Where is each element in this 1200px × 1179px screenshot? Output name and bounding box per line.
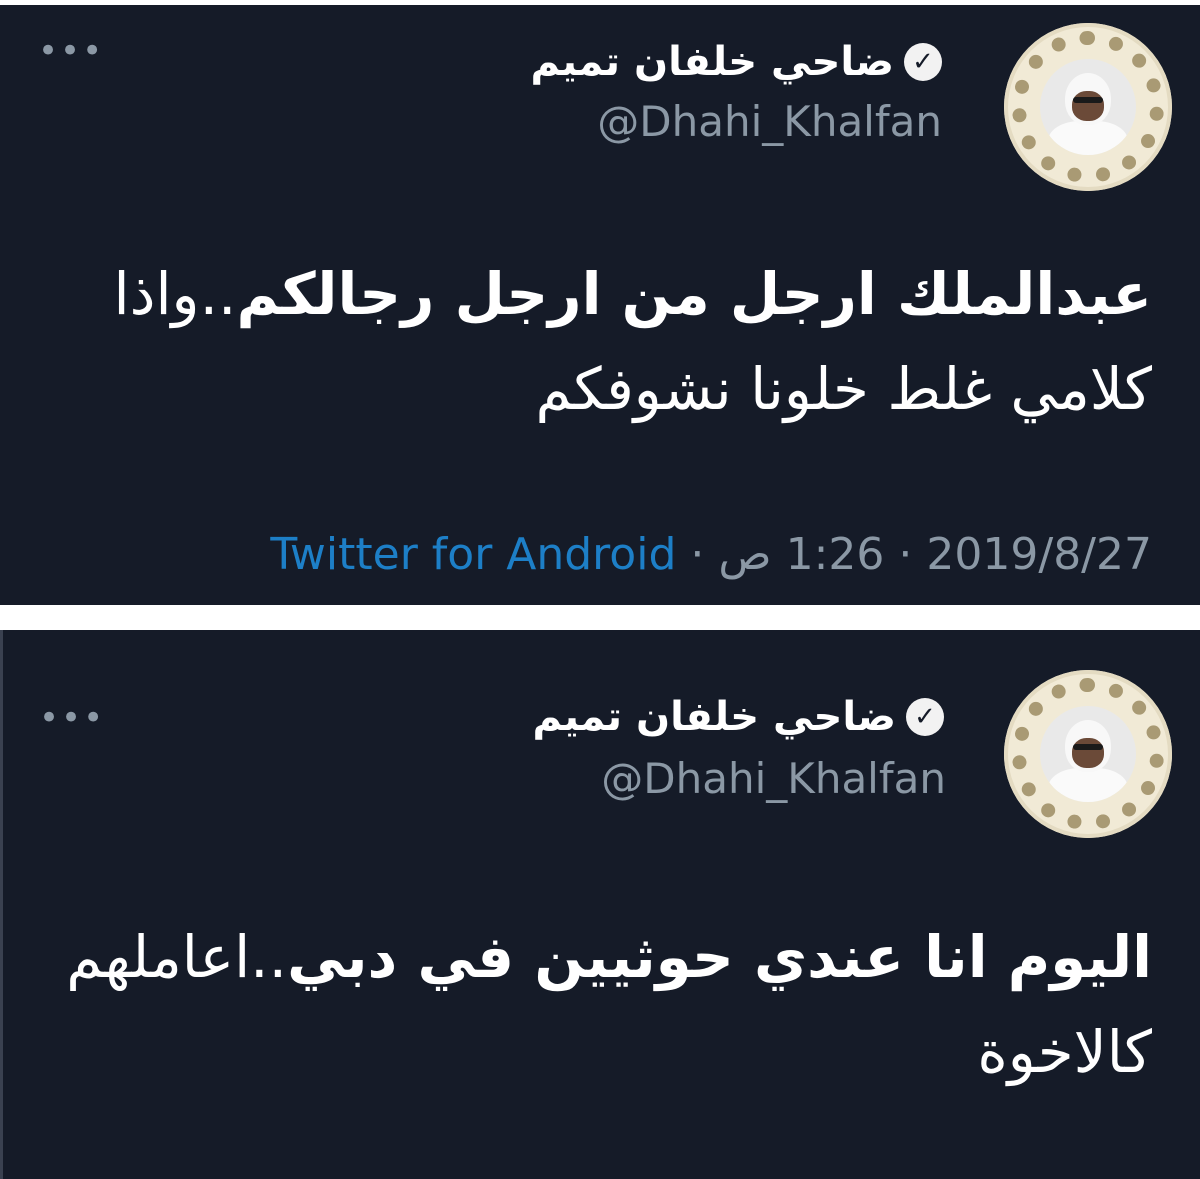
display-name[interactable]: ضاحي خلفان تميم xyxy=(533,694,896,740)
tweet-text-bold: عبدالملك ارجل من ارجل رجالكم xyxy=(236,260,1152,328)
verified-badge-icon: ✓ xyxy=(904,43,942,81)
verified-badge-icon: ✓ xyxy=(906,698,944,736)
tweet-time[interactable]: 1:26 ص xyxy=(718,529,884,580)
more-options-icon[interactable]: ••• xyxy=(38,34,104,68)
tweet-text-bold: اليوم انا عندي حوثيين في دبي xyxy=(287,923,1152,991)
tweet-text: عبدالملك ارجل من ارجل رجالكم..واذا كلامي… xyxy=(32,247,1153,437)
tweet-meta: Twitter for Android · 1:26 ص · 2019/8/27 xyxy=(270,529,1152,580)
avatar-photo xyxy=(1040,59,1136,155)
tweet-text: اليوم انا عندي حوثيين في دبي..اعاملهم كا… xyxy=(32,910,1152,1100)
author-name-row[interactable]: ضاحي خلفان تميم ✓ xyxy=(533,694,944,740)
avatar[interactable] xyxy=(1004,670,1172,838)
avatar[interactable] xyxy=(1004,23,1172,191)
tweet-date[interactable]: 2019/8/27 xyxy=(926,529,1152,580)
user-handle[interactable]: @Dhahi_Khalfan xyxy=(597,97,942,146)
tweet-source-link[interactable]: Twitter for Android xyxy=(270,529,676,580)
tweet-card-2[interactable]: ••• ضاحي خلفان تميم ✓ @Dhahi_Khalfan الي… xyxy=(0,630,1200,1179)
user-handle[interactable]: @Dhahi_Khalfan xyxy=(601,754,946,803)
display-name[interactable]: ضاحي خلفان تميم xyxy=(531,39,894,85)
more-options-icon[interactable]: ••• xyxy=(39,701,105,735)
meta-separator: · xyxy=(690,529,705,580)
tweet-card-1[interactable]: ••• ضاحي خلفان تميم ✓ @Dhahi_Khalfan عبد… xyxy=(0,5,1200,605)
avatar-photo xyxy=(1040,706,1136,802)
author-name-row[interactable]: ضاحي خلفان تميم ✓ xyxy=(531,39,942,85)
meta-separator: · xyxy=(898,529,913,580)
